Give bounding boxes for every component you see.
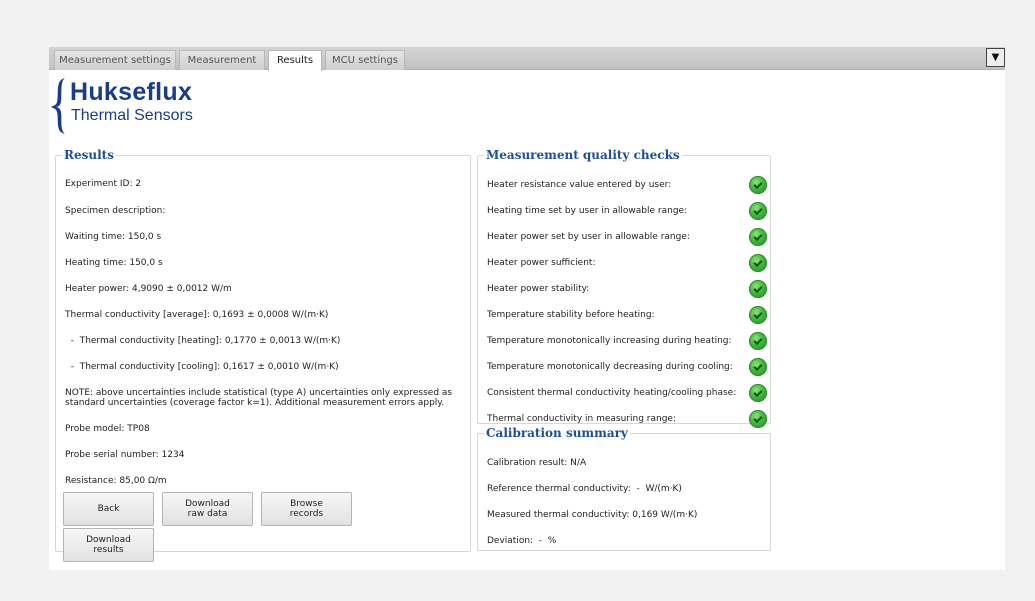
quality-checks-legend: Measurement quality checks	[486, 148, 680, 162]
quality-checks-section: Measurement quality checks Heater resist…	[477, 148, 771, 428]
probe-serial: Probe serial number: 1234	[65, 450, 185, 460]
deviation: Deviation: - %	[487, 536, 557, 546]
check-ok-icon	[749, 280, 767, 298]
probe-model: Probe model: TP08	[65, 424, 150, 434]
tab-results[interactable]: Results	[268, 50, 322, 71]
check-ok-icon	[749, 358, 767, 376]
brace-logo-icon	[51, 78, 65, 134]
note-line-2: standard uncertainties (coverage factor …	[65, 398, 445, 408]
check-label: Temperature monotonically decreasing dur…	[487, 362, 733, 372]
tab-bar: Measurement settings Measurement Results…	[49, 47, 1005, 71]
calibration-summary-section: Calibration summary Calibration result: …	[477, 426, 771, 551]
heating-time: Heating time: 150,0 s	[65, 258, 163, 268]
logo-subtitle: Thermal Sensors	[71, 107, 193, 124]
tc-heating: - Thermal conductivity [heating]: 0,1770…	[65, 336, 341, 346]
check-label: Heater power stability:	[487, 284, 590, 294]
logo-name: Hukseflux	[70, 78, 193, 106]
specimen-description: Specimen description:	[65, 206, 166, 216]
reference-conductivity: Reference thermal conductivity: - W/(m·K…	[487, 484, 682, 494]
check-label: Heater power sufficient:	[487, 258, 596, 268]
hukseflux-logo: Hukseflux Thermal Sensors	[49, 76, 249, 136]
check-label: Consistent thermal conductivity heating/…	[487, 388, 737, 398]
tab-mcu-settings[interactable]: MCU settings	[325, 50, 405, 70]
measured-conductivity: Measured thermal conductivity: 0,169 W/(…	[487, 510, 698, 520]
note-line-1: NOTE: above uncertainties include statis…	[65, 388, 453, 398]
experiment-id: Experiment ID: 2	[65, 179, 142, 189]
check-label: Heater power set by user in allowable ra…	[487, 232, 690, 242]
main-panel: Measurement settings Measurement Results…	[49, 47, 1005, 570]
calibration-legend: Calibration summary	[486, 426, 628, 440]
check-label: Heating time set by user in allowable ra…	[487, 206, 688, 216]
resistance: Resistance: 85,00 Ω/m	[65, 476, 167, 486]
dropdown-arrow-icon[interactable]: ▼	[986, 48, 1005, 67]
check-label: Heater resistance value entered by user:	[487, 180, 672, 190]
download-results-button[interactable]: Download results	[63, 528, 154, 562]
check-ok-icon	[749, 306, 767, 324]
calibration-result: Calibration result: N/A	[487, 458, 587, 468]
check-label: Temperature stability before heating:	[487, 310, 655, 320]
check-ok-icon	[749, 254, 767, 272]
check-ok-icon	[749, 332, 767, 350]
check-ok-icon	[749, 176, 767, 194]
results-legend: Results	[64, 148, 114, 162]
check-ok-icon	[749, 228, 767, 246]
tab-measurement-settings[interactable]: Measurement settings	[54, 50, 176, 70]
check-label: Thermal conductivity in measuring range:	[487, 414, 676, 424]
tc-average: Thermal conductivity [average]: 0,1693 ±…	[65, 310, 329, 320]
waiting-time: Waiting time: 150,0 s	[65, 232, 162, 242]
check-ok-icon	[749, 202, 767, 220]
check-label: Temperature monotonically increasing dur…	[487, 336, 732, 346]
download-raw-data-button[interactable]: Download raw data	[162, 492, 253, 526]
results-section: Results Experiment ID: 2 Specimen descri…	[55, 148, 471, 562]
heater-power: Heater power: 4,9090 ± 0,0012 W/m	[65, 284, 232, 294]
tc-cooling: - Thermal conductivity [cooling]: 0,1617…	[65, 362, 339, 372]
back-button[interactable]: Back	[63, 492, 154, 526]
check-ok-icon	[749, 384, 767, 402]
browse-records-button[interactable]: Browse records	[261, 492, 352, 526]
tab-measurement[interactable]: Measurement	[179, 50, 265, 70]
